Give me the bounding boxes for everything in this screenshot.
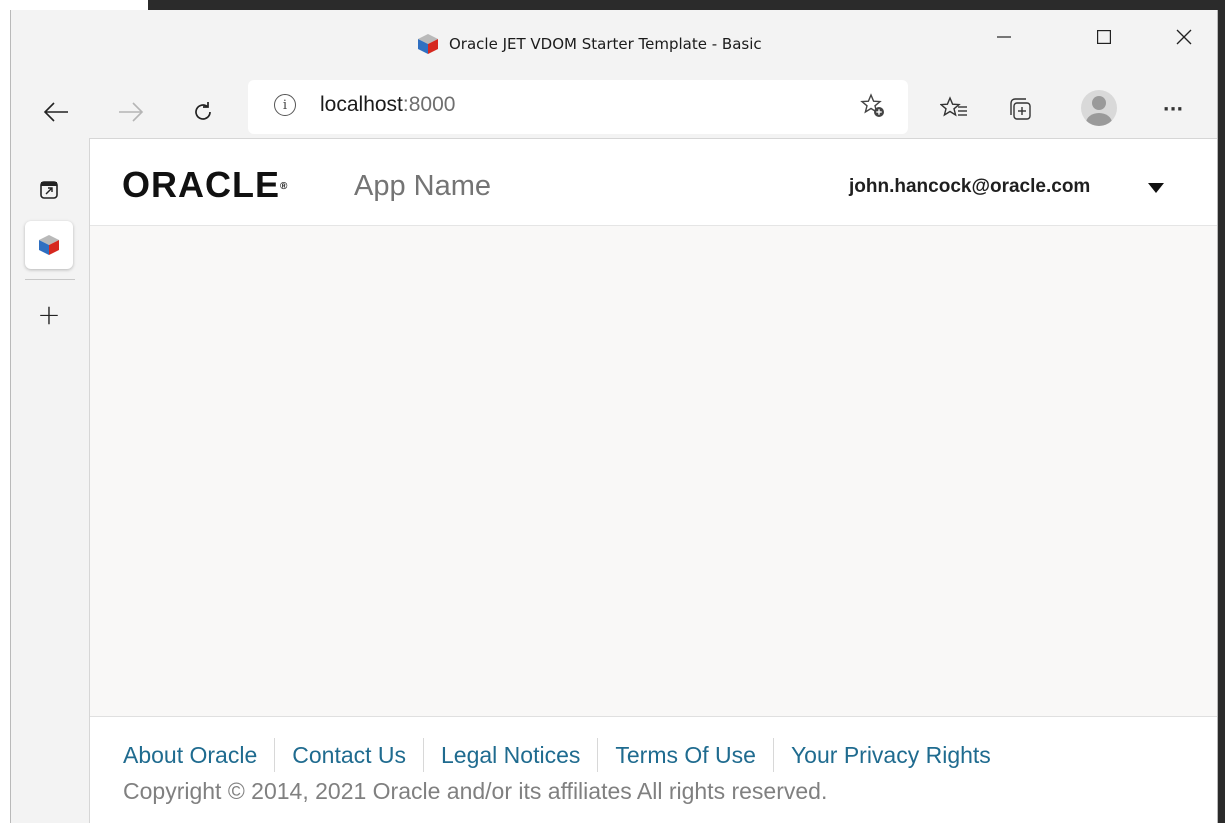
browser-window: Oracle JET VDOM Starter Template - Basic… [10, 10, 1218, 823]
avatar-body [1086, 113, 1112, 126]
desktop-right-strip [1218, 10, 1225, 823]
profile-avatar-icon[interactable] [1081, 90, 1117, 126]
new-tab-button[interactable]: + [25, 290, 73, 338]
oracle-logo-mark: ® [280, 181, 289, 192]
address-bar[interactable]: i localhost:8000 [248, 80, 908, 134]
favorites-button[interactable] [939, 94, 969, 124]
close-icon [1176, 29, 1192, 45]
refresh-button[interactable] [183, 92, 223, 132]
forward-arrow-icon [119, 102, 144, 122]
user-menu-caret-icon[interactable] [1148, 183, 1164, 193]
url-port: :8000 [402, 93, 456, 116]
add-favorite-button[interactable] [860, 93, 886, 125]
oracle-logo-text: ORACLE [122, 164, 280, 205]
back-arrow-icon [43, 102, 68, 122]
address-url[interactable]: localhost:8000 [320, 93, 455, 117]
user-menu-label[interactable]: john.hancock@oracle.com [849, 176, 1090, 198]
add-favorite-icon [860, 93, 884, 117]
avatar-head [1092, 96, 1106, 110]
oracle-jet-favicon-icon [418, 34, 438, 54]
back-button[interactable] [36, 92, 76, 132]
app-footer: About Oracle Contact Us Legal Notices Te… [90, 716, 1217, 823]
tab-actions-icon [40, 181, 58, 199]
refresh-icon [195, 102, 211, 120]
desktop-left-strip [0, 10, 10, 823]
window-title-group: Oracle JET VDOM Starter Template - Basic [416, 32, 762, 56]
site-info-icon[interactable]: i [274, 94, 296, 116]
app-content-area [90, 226, 1217, 716]
footer-link-about-oracle[interactable]: About Oracle [123, 738, 274, 772]
tab-actions-button[interactable] [25, 166, 73, 214]
collections-icon [1010, 98, 1031, 120]
oracle-logo[interactable]: ORACLE® [122, 167, 288, 203]
title-bar[interactable]: Oracle JET VDOM Starter Template - Basic [11, 10, 1217, 78]
footer-links: About Oracle Contact Us Legal Notices Te… [123, 738, 1008, 772]
url-host: localhost [320, 93, 403, 116]
vertical-tab-oracle-jet[interactable] [25, 221, 73, 269]
window-title: Oracle JET VDOM Starter Template - Basic [449, 35, 762, 53]
minimize-icon [997, 36, 1011, 38]
vertical-tabs-sidebar: + [11, 146, 89, 823]
footer-link-legal-notices[interactable]: Legal Notices [423, 738, 597, 772]
close-button[interactable] [1161, 20, 1207, 54]
minimize-button[interactable] [981, 20, 1027, 54]
forward-button[interactable] [111, 92, 151, 132]
footer-link-privacy-rights[interactable]: Your Privacy Rights [772, 738, 1008, 772]
favorites-icon [940, 96, 967, 117]
desktop-background [0, 0, 1225, 10]
maximize-icon [1097, 30, 1111, 44]
maximize-button[interactable] [1081, 20, 1127, 54]
app-header: ORACLE® App Name john.hancock@oracle.com [90, 139, 1217, 226]
vertical-tabs-divider [25, 279, 75, 280]
settings-more-button[interactable]: ··· [1158, 94, 1188, 124]
desktop-dark-area [148, 0, 1225, 10]
web-page: ORACLE® App Name john.hancock@oracle.com… [89, 138, 1217, 823]
oracle-jet-favicon [39, 235, 59, 255]
collections-button[interactable] [1005, 94, 1035, 124]
app-name: App Name [354, 170, 492, 202]
footer-link-terms-of-use[interactable]: Terms Of Use [597, 738, 773, 772]
footer-link-contact-us[interactable]: Contact Us [274, 738, 423, 772]
copyright-text: Copyright © 2014, 2021 Oracle and/or its… [123, 778, 828, 804]
